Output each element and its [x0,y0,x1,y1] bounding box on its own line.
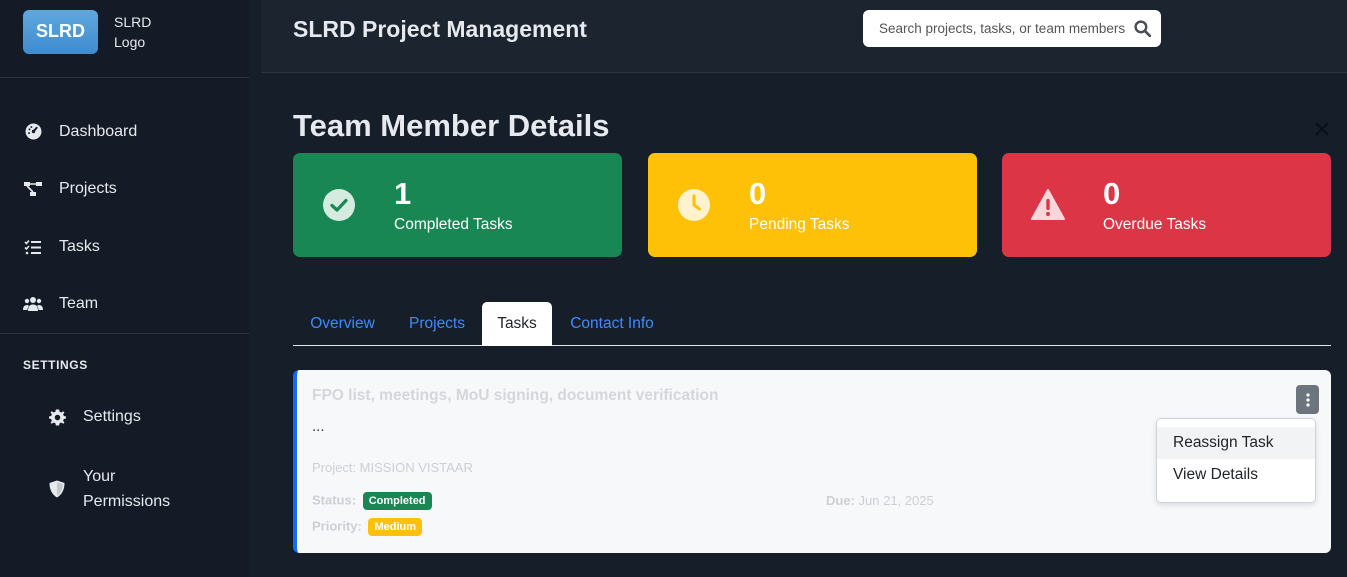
priority-label: Priority: [312,518,362,534]
task-project: Project: MISSION VISTAAR [312,460,473,475]
priority-badge: Medium [368,518,423,536]
stat-card-completed: 1 Completed Tasks [293,153,622,257]
sidebar-item-dashboard[interactable]: Dashboard [0,103,249,161]
task-actions-button[interactable] [1296,385,1319,414]
menu-item-view-details[interactable]: View Details [1157,459,1315,491]
close-icon[interactable] [1314,121,1330,142]
kebab-icon [1305,392,1310,407]
sidebar-divider [0,333,249,334]
sidebar-nav: Dashboard Projects Tasks Team [0,103,249,333]
sidebar-item-label: Your Permissions [83,468,171,510]
gear-icon [47,407,67,427]
page-title: Team Member Details [293,108,610,143]
status-label: Status: [312,492,357,508]
sidebar-item-projects[interactable]: Projects [0,161,249,219]
top-header: SLRD Project Management [261,0,1347,73]
tasks-icon [23,237,43,257]
shield-icon [47,479,67,499]
tab-projects[interactable]: Projects [392,302,482,346]
sidebar-item-label: Team [59,295,99,313]
logo-alt-text: SLRD Logo [114,13,152,50]
task-due: Due: Jun 21, 2025 [826,493,934,508]
projects-icon [23,179,43,199]
brand: SLRD SLRD Logo [0,0,249,78]
warning-icon [1030,187,1066,228]
task-status: Status: Completed [312,492,432,510]
stat-label: Pending Tasks [749,216,850,233]
stat-card-overdue: 0 Overdue Tasks [1002,153,1331,257]
due-label: Due: [826,493,855,508]
stat-value: 1 [394,176,412,211]
app-title: SLRD Project Management [293,16,587,42]
search-box[interactable] [863,10,1161,47]
menu-item-reassign-task[interactable]: Reassign Task [1157,427,1315,459]
logo[interactable]: SLRD [23,9,98,54]
sidebar-item-team[interactable]: Team [0,276,249,334]
tab-contact-info[interactable]: Contact Info [552,302,672,346]
clock-icon [676,187,712,228]
sidebar-item-label: Tasks [59,237,100,255]
stat-card-pending: 0 Pending Tasks [648,153,977,257]
sidebar: SLRD SLRD Logo Dashboard Projects Tasks [0,0,249,577]
stat-value: 0 [749,176,767,211]
tab-tasks[interactable]: Tasks [482,302,552,346]
tab-overview[interactable]: Overview [293,302,392,346]
stat-label: Overdue Tasks [1103,216,1207,233]
task-actions-menu: Reassign Task View Details [1156,418,1316,503]
check-circle-icon [321,187,357,228]
sidebar-item-label: Dashboard [59,122,138,140]
search-input[interactable] [879,21,1125,36]
team-icon [23,294,43,314]
search-icon[interactable] [1134,20,1152,42]
due-date: Jun 21, 2025 [858,493,934,508]
task-priority: Priority: Medium [312,518,423,536]
sidebar-item-tasks[interactable]: Tasks [0,218,249,276]
settings-heading: SETTINGS [23,358,88,372]
stat-label: Completed Tasks [394,216,513,233]
task-description: ... [312,418,325,435]
sidebar-item-permissions[interactable]: Your Permissions [47,464,170,514]
sidebar-item-settings[interactable]: Settings [47,407,141,427]
status-badge: Completed [362,492,432,510]
stat-value: 0 [1103,176,1121,211]
detail-tabs: Overview Projects Tasks Contact Info [293,302,1331,346]
dashboard-icon [23,122,43,142]
task-title: FPO list, meetings, MoU signing, documen… [312,387,719,404]
sidebar-item-label: Settings [83,408,141,425]
sidebar-item-label: Projects [59,180,117,198]
